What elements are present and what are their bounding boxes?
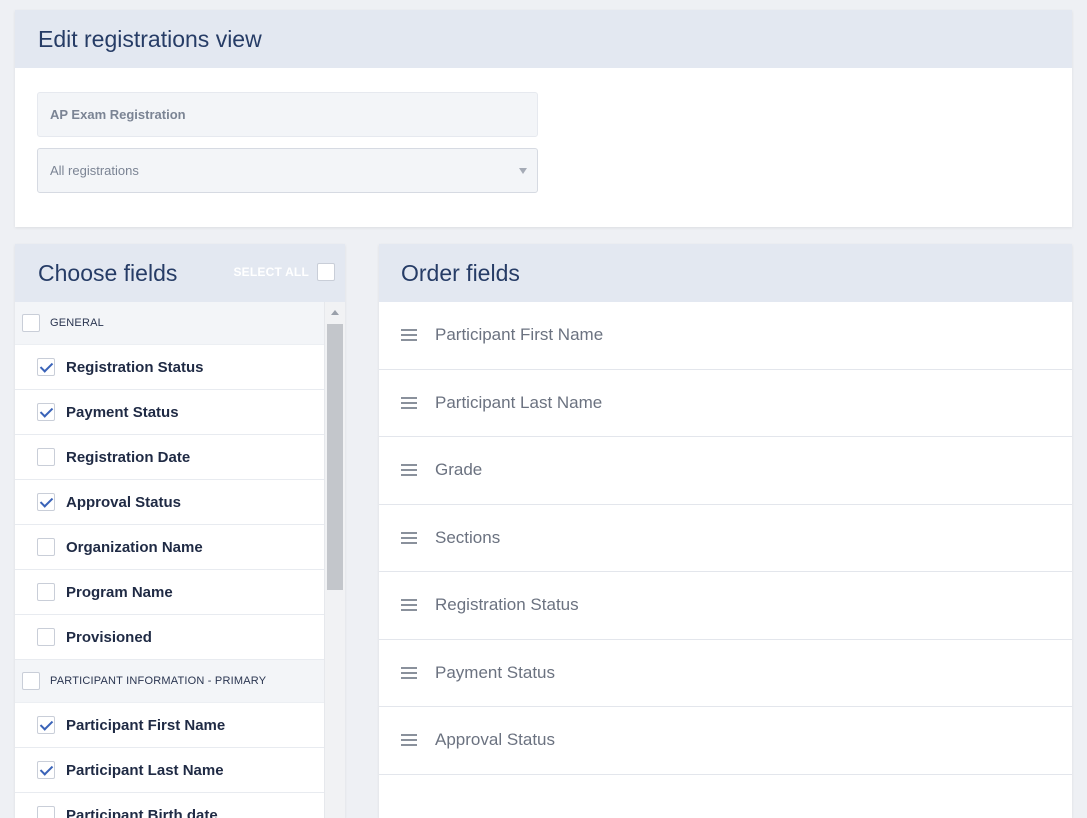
field-label: Approval Status <box>66 493 182 511</box>
order-field-row[interactable]: Approval Status <box>379 707 1072 775</box>
scroll-up-arrow-icon[interactable] <box>331 310 339 315</box>
drag-handle-icon[interactable] <box>401 396 417 409</box>
view-name-input[interactable] <box>37 92 538 137</box>
order-field-label: Participant Last Name <box>435 392 603 412</box>
field-label: Participant Last Name <box>66 761 224 779</box>
field-row[interactable]: Provisioned <box>15 615 324 660</box>
select-all-label: SELECT ALL <box>233 265 309 279</box>
field-row[interactable]: Participant First Name <box>15 703 324 748</box>
field-checkbox[interactable] <box>37 538 55 556</box>
drag-handle-icon[interactable] <box>401 599 417 612</box>
order-list: Participant First Name Participant Last N… <box>379 302 1072 775</box>
order-fields-title: Order fields <box>401 259 520 286</box>
registrations-filter-select[interactable]: All registrations <box>37 148 538 193</box>
field-row[interactable]: Participant Last Name <box>15 748 324 793</box>
choose-fields-title: Choose fields <box>38 259 178 286</box>
drag-handle-icon[interactable] <box>401 464 417 477</box>
field-label: Program Name <box>66 583 173 601</box>
field-row[interactable]: Approval Status <box>15 480 324 525</box>
select-all-checkbox[interactable] <box>317 263 335 281</box>
field-row[interactable]: Program Name <box>15 570 324 615</box>
order-field-row[interactable]: Grade <box>379 437 1072 505</box>
order-field-row[interactable]: Registration Status <box>379 572 1072 640</box>
group-checkbox[interactable] <box>22 672 40 690</box>
order-field-row[interactable]: Participant Last Name <box>379 369 1072 437</box>
order-field-label: Payment Status <box>435 662 556 682</box>
order-fields-header: Order fields <box>379 244 1072 302</box>
order-field-row[interactable]: Participant First Name <box>379 302 1072 370</box>
field-label: Payment Status <box>66 403 179 421</box>
page-title: Edit registrations view <box>38 25 262 52</box>
field-row[interactable]: Registration Date <box>15 435 324 480</box>
field-label: Organization Name <box>66 538 203 556</box>
caret-down-icon <box>519 168 527 174</box>
choose-fields-header: Choose fields SELECT ALL <box>15 244 345 302</box>
filter-selected-value: All registrations <box>50 163 139 178</box>
field-label: Participant First Name <box>66 716 226 734</box>
field-label: Registration Status <box>66 358 204 376</box>
field-label: Participant Birth date <box>66 806 218 818</box>
order-field-row[interactable]: Payment Status <box>379 639 1072 707</box>
field-checkbox-checked[interactable] <box>37 761 55 779</box>
field-row[interactable]: Participant Birth date <box>15 793 324 818</box>
order-field-label: Grade <box>435 460 483 480</box>
order-field-row[interactable]: Sections <box>379 504 1072 572</box>
drag-handle-icon[interactable] <box>401 329 417 342</box>
order-field-label: Sections <box>435 527 501 547</box>
field-checkbox[interactable] <box>37 583 55 601</box>
drag-handle-icon[interactable] <box>401 734 417 747</box>
field-checkbox[interactable] <box>37 448 55 466</box>
choose-fields-panel: Choose fields SELECT ALL GENERAL Registra… <box>15 244 345 818</box>
drag-handle-icon[interactable] <box>401 666 417 679</box>
field-checkbox-checked[interactable] <box>37 493 55 511</box>
field-checkbox[interactable] <box>37 628 55 646</box>
group-checkbox[interactable] <box>22 314 40 332</box>
group-label: GENERAL <box>50 317 104 329</box>
field-row[interactable]: Registration Status <box>15 345 324 390</box>
field-group-header[interactable]: GENERAL <box>15 302 324 345</box>
group-label: PARTICIPANT INFORMATION - PRIMARY <box>50 675 267 687</box>
edit-view-header: Edit registrations view <box>15 10 1072 68</box>
field-label: Provisioned <box>66 628 152 646</box>
field-group-header[interactable]: PARTICIPANT INFORMATION - PRIMARY <box>15 660 324 703</box>
edit-view-panel: Edit registrations view All registration… <box>15 10 1072 227</box>
order-field-label: Registration Status <box>435 595 579 615</box>
order-fields-panel: Order fields Participant First Name Parti… <box>379 244 1072 818</box>
order-field-label: Participant First Name <box>435 325 604 345</box>
field-list: GENERAL Registration Status Payment Status… <box>15 302 324 818</box>
field-label: Registration Date <box>66 448 191 466</box>
field-checkbox[interactable] <box>37 806 55 818</box>
field-checkbox-checked[interactable] <box>37 358 55 376</box>
scrollbar-thumb[interactable] <box>327 324 343 590</box>
field-checkbox-checked[interactable] <box>37 403 55 421</box>
order-field-label: Approval Status <box>435 730 556 750</box>
field-row[interactable]: Payment Status <box>15 390 324 435</box>
drag-handle-icon[interactable] <box>401 531 417 544</box>
field-list-scrollbar[interactable] <box>324 302 345 818</box>
field-checkbox-checked[interactable] <box>37 716 55 734</box>
field-row[interactable]: Organization Name <box>15 525 324 570</box>
